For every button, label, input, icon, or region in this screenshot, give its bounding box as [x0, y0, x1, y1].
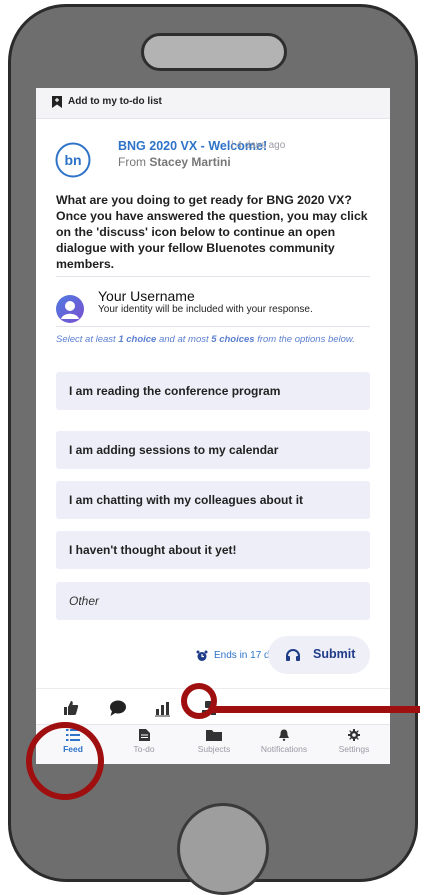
bluenotes-logo-avatar: bn — [55, 142, 91, 178]
tab-notifications[interactable]: Notifications — [249, 729, 319, 754]
hint-text: Select at least — [56, 334, 119, 345]
bookmark-icon — [52, 96, 62, 108]
identity-note: Your identity will be included with your… — [98, 304, 313, 315]
annotation-circle-people — [181, 683, 217, 719]
headphones-icon — [286, 649, 300, 661]
choice-option[interactable]: I am adding sessions to my calendar — [56, 431, 370, 469]
post-author: Stacey Martini — [149, 155, 231, 169]
add-to-todo-label: Add to my to-do list — [68, 96, 162, 107]
phone-speaker — [141, 33, 287, 71]
post-question: What are you doing to get ready for BNG … — [56, 193, 368, 271]
post-age: | 4 days ago — [231, 140, 286, 151]
user-avatar-icon — [56, 295, 84, 323]
choice-option[interactable]: I haven't thought about it yet! — [56, 531, 370, 569]
tab-label: Notifications — [260, 744, 308, 754]
tab-label: Settings — [338, 744, 370, 754]
selection-hint: Select at least 1 choice and at most 5 c… — [56, 334, 356, 346]
divider — [56, 326, 370, 327]
chart-icon[interactable] — [153, 699, 171, 717]
gear-icon — [348, 729, 360, 741]
post-from: From Stacey Martini — [118, 155, 231, 169]
alarm-clock-icon — [196, 650, 208, 661]
hint-text: and at most — [156, 334, 212, 345]
bell-icon — [279, 729, 289, 741]
document-icon — [138, 729, 150, 741]
hint-min: 1 choice — [118, 334, 157, 345]
hint-max: 5 choices — [211, 334, 255, 345]
post-from-prefix: From — [118, 155, 150, 169]
chat-bubble-icon[interactable] — [109, 699, 127, 717]
submit-button[interactable]: Submit — [268, 636, 370, 674]
tab-subjects[interactable]: Subjects — [179, 729, 249, 754]
svg-text:bn: bn — [64, 152, 81, 168]
annotation-circle-feed — [26, 722, 104, 800]
tab-to-do[interactable]: To-do — [109, 729, 179, 754]
divider — [56, 276, 370, 277]
annotation-arrow-line — [212, 706, 420, 713]
add-to-todo-row[interactable]: Add to my to-do list — [36, 88, 390, 119]
choice-option[interactable]: I am chatting with my colleagues about i… — [56, 481, 370, 519]
choice-option[interactable]: I am reading the conference program — [56, 372, 370, 410]
hint-text: from the options below. — [254, 334, 355, 345]
thumbs-up-icon[interactable] — [62, 699, 80, 717]
tab-label: To-do — [133, 744, 155, 754]
tab-label: Subjects — [197, 744, 231, 754]
phone-home-button[interactable] — [177, 803, 269, 895]
tab-settings[interactable]: Settings — [319, 729, 389, 754]
choice-option-other[interactable]: Other — [56, 582, 370, 620]
submit-label: Submit — [313, 647, 356, 661]
folder-icon — [206, 730, 222, 741]
app-screen: Add to my to-do list bn BNG 2020 VX - We… — [36, 88, 390, 764]
username: Your Username — [98, 288, 195, 304]
